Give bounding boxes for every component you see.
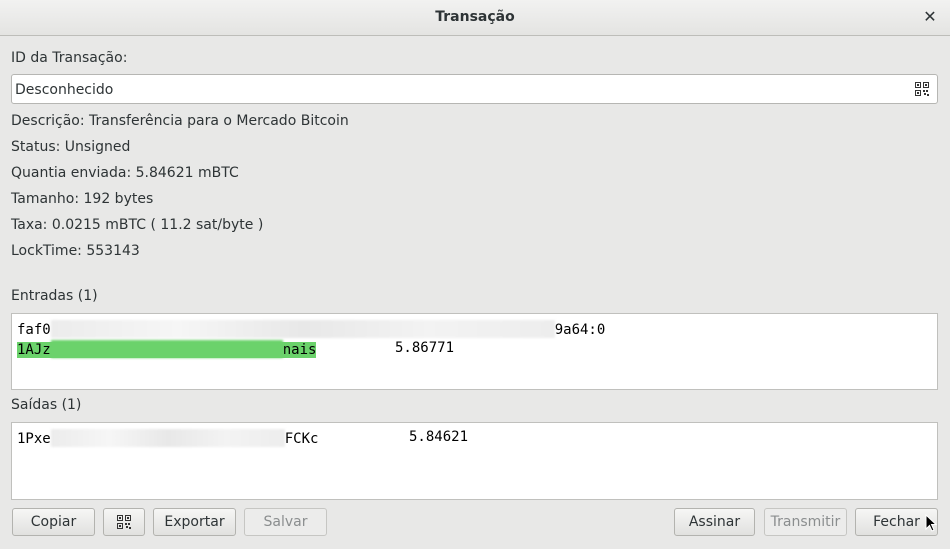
input-prevout-row[interactable]: faf0 9a64:0	[17, 320, 605, 338]
outputs-list[interactable]: 1Pxe FCKc 5.84621	[11, 422, 938, 500]
input-address-highlight: 1AJz nais	[17, 340, 317, 358]
fee-text: Taxa: 0.0215 mBTC ( 11.2 sat/byte )	[11, 217, 264, 233]
input-amount: 5.86771	[395, 340, 455, 356]
redacted-address	[50, 340, 283, 358]
status-text: Status: Unsigned	[11, 139, 131, 155]
broadcast-button[interactable]: Transmitir	[764, 508, 847, 536]
output-address-row[interactable]: 1Pxe FCKc 5.84621	[17, 429, 468, 447]
prevout-end: 9a64:0	[554, 322, 606, 338]
description-text: Descrição: Transferência para o Mercado …	[11, 113, 349, 129]
sign-button[interactable]: Assinar	[674, 508, 755, 536]
address-end: nais	[282, 342, 317, 358]
inputs-label: Entradas (1)	[11, 288, 98, 304]
address-start: 1AJz	[17, 342, 51, 358]
redacted-hash	[50, 320, 555, 338]
save-button[interactable]: Salvar	[244, 508, 327, 536]
address-start: 1Pxe	[17, 431, 51, 447]
export-button[interactable]: Exportar	[153, 508, 236, 536]
qr-button[interactable]	[103, 508, 145, 536]
close-icon[interactable]: ✕	[922, 7, 938, 27]
input-address-row[interactable]: 1AJz nais 5.86771	[17, 340, 454, 358]
prevout-start: faf0	[17, 322, 51, 338]
locktime-text: LockTime: 553143	[11, 243, 140, 259]
inputs-list[interactable]: faf0 9a64:0 1AJz nais 5.86771	[11, 313, 938, 390]
txid-field[interactable]	[11, 74, 938, 104]
title-bar: Transação ✕	[0, 0, 950, 36]
redacted-address	[50, 429, 285, 447]
txid-input[interactable]	[15, 80, 895, 100]
outputs-label: Saídas (1)	[11, 397, 82, 413]
amount-sent-text: Quantia enviada: 5.84621 mBTC	[11, 165, 239, 181]
qr-code-icon[interactable]	[915, 82, 929, 96]
copy-button[interactable]: Copiar	[12, 508, 95, 536]
qr-code-icon	[117, 515, 131, 529]
txid-label: ID da Transação:	[11, 50, 128, 66]
output-amount: 5.84621	[409, 429, 469, 445]
size-text: Tamanho: 192 bytes	[11, 191, 154, 207]
mouse-cursor-icon	[925, 514, 937, 532]
address-end: FCKc	[284, 431, 319, 447]
window-title: Transação	[435, 9, 515, 25]
